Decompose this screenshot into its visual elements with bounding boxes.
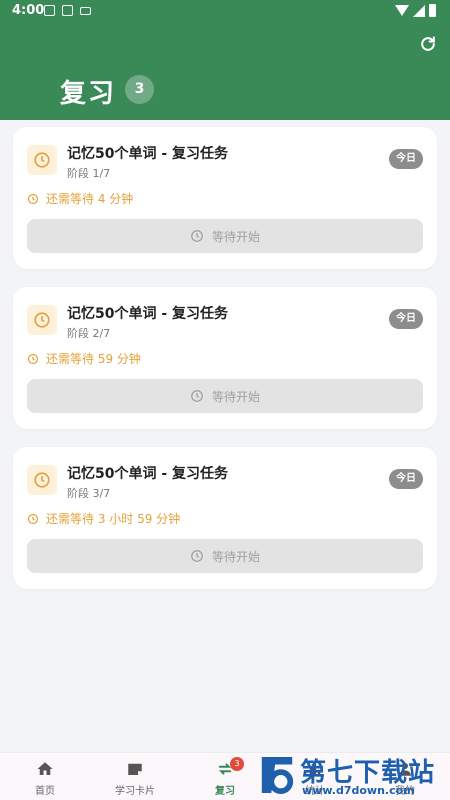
- wait-text: 还需等待 4 分钟: [46, 192, 134, 206]
- wifi-icon: [395, 5, 409, 16]
- today-tag: 今日: [389, 149, 423, 169]
- card-icon: [128, 763, 142, 775]
- card-title: 记忆50个单词 - 复习任务: [67, 146, 229, 162]
- review-count-badge: 3: [125, 75, 154, 104]
- image-icon: [62, 5, 73, 16]
- clock-icon: [27, 353, 39, 364]
- wait-text: 还需等待 59 分钟: [46, 352, 141, 366]
- today-tag: 今日: [389, 469, 423, 489]
- clock-icon: [27, 305, 57, 335]
- wait-start-button[interactable]: 等待开始: [27, 219, 423, 253]
- clock-icon: [27, 193, 39, 204]
- card-stage: 阶段 2/7: [67, 327, 111, 340]
- review-card[interactable]: 记忆50个单词 - 复习任务 阶段 2/7 今日 还需等待 59 分钟 等待开始: [13, 287, 437, 429]
- app-header: 4:00 复习 3: [0, 0, 450, 120]
- clock-icon: [27, 145, 57, 175]
- wait-info: 还需等待 59 分钟: [27, 350, 141, 367]
- nav-label: 首页: [35, 786, 55, 797]
- watermark-logo-icon: [261, 756, 294, 794]
- nav-item-cards[interactable]: 学习卡片: [90, 753, 180, 800]
- signal-icon: [413, 4, 425, 17]
- button-label: 等待开始: [211, 229, 260, 244]
- wait-start-button[interactable]: 等待开始: [27, 379, 423, 413]
- wait-text: 还需等待 3 小时 59 分钟: [46, 512, 181, 526]
- nav-item-home[interactable]: 首页: [0, 753, 90, 800]
- clock-icon: [27, 465, 57, 495]
- card-stage: 阶段 3/7: [67, 487, 111, 500]
- button-label: 等待开始: [211, 549, 260, 564]
- clock-icon: [27, 513, 39, 524]
- wait-info: 还需等待 3 小时 59 分钟: [27, 510, 180, 527]
- card-title: 记忆50个单词 - 复习任务: [67, 306, 229, 322]
- watermark: 第七下载站 www.d7down.com: [258, 752, 450, 800]
- gallery-icon: [44, 5, 55, 16]
- nav-label: 复习: [215, 786, 235, 797]
- review-card[interactable]: 记忆50个单词 - 复习任务 阶段 1/7 今日 还需等待 4 分钟 等待开始: [13, 127, 437, 269]
- status-time: 4:00: [12, 3, 45, 18]
- clock-icon: [191, 390, 203, 402]
- card-title: 记忆50个单词 - 复习任务: [67, 466, 229, 482]
- refresh-icon[interactable]: [418, 34, 438, 54]
- review-badge: 3: [230, 757, 244, 771]
- page-title: 复习: [60, 79, 117, 109]
- wait-start-button[interactable]: 等待开始: [27, 539, 423, 573]
- today-tag: 今日: [389, 309, 423, 329]
- status-bar: 4:00: [0, 0, 450, 22]
- button-label: 等待开始: [211, 389, 260, 404]
- keyboard-icon: [80, 7, 91, 15]
- review-card[interactable]: 记忆50个单词 - 复习任务 阶段 3/7 今日 还需等待 3 小时 59 分钟…: [13, 447, 437, 589]
- nav-item-review[interactable]: 3 复习: [180, 753, 270, 800]
- clock-icon: [191, 230, 203, 242]
- nav-label: 学习卡片: [115, 786, 155, 797]
- home-icon: [37, 762, 53, 775]
- battery-icon: [429, 4, 436, 17]
- card-stage: 阶段 1/7: [67, 167, 111, 180]
- clock-icon: [191, 550, 203, 562]
- watermark-url: www.d7down.com: [302, 784, 415, 797]
- wait-info: 还需等待 4 分钟: [27, 190, 133, 207]
